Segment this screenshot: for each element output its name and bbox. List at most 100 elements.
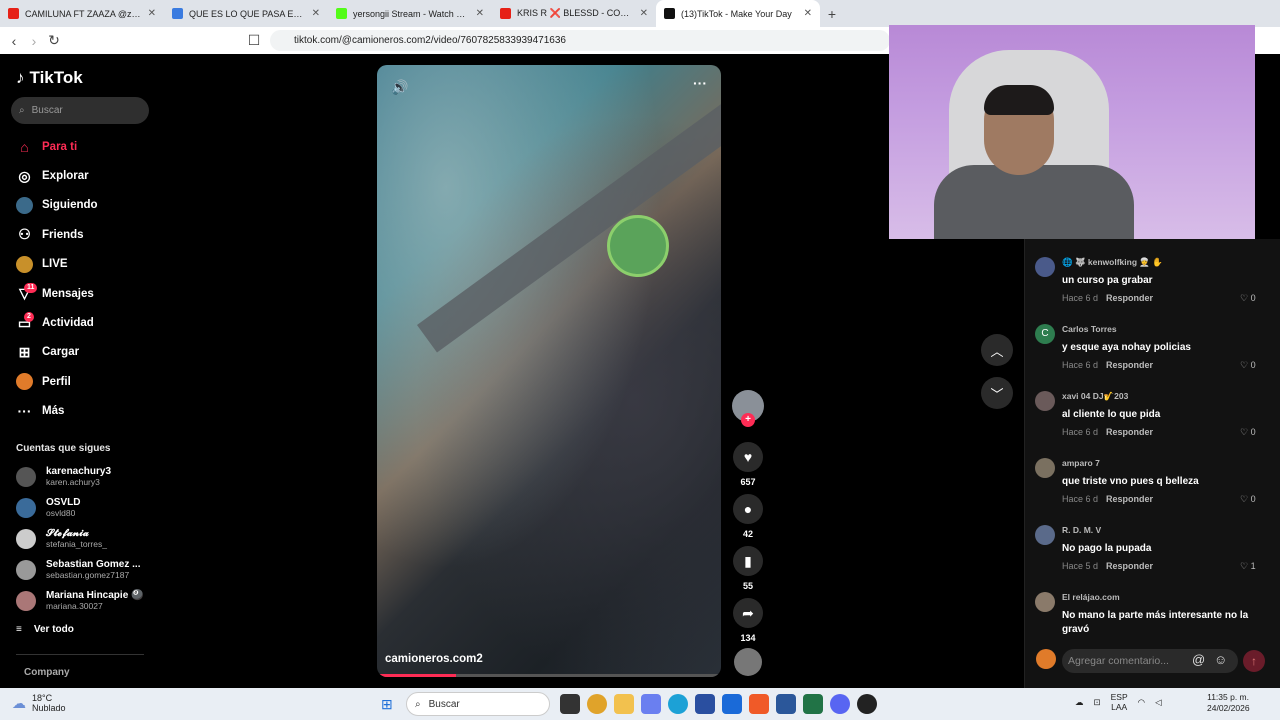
share-button[interactable]: ➦ 134 (728, 598, 768, 643)
close-tab-icon[interactable]: ✕ (312, 8, 320, 19)
start-icon[interactable]: ⊞ (381, 696, 393, 713)
chrome-icon[interactable] (587, 694, 607, 714)
wifi-icon[interactable]: ◠ (1138, 697, 1145, 708)
browser-tab[interactable]: yersongii Stream - Watch Live on Kic ✕ (328, 0, 492, 27)
copilot-icon[interactable] (641, 694, 661, 714)
store-icon[interactable] (695, 694, 715, 714)
close-tab-icon[interactable]: ✕ (640, 8, 648, 19)
browser-tab-bar: CAMILUNA FT ZAAZA @zaaza_of - D ✕ QUE ES … (0, 0, 1280, 27)
emoji-icon[interactable]: ☺ (1214, 652, 1227, 667)
weather-widget[interactable]: ☁ 18°C Nublado (12, 693, 66, 713)
word-icon[interactable] (776, 694, 796, 714)
reload-icon[interactable]: ↻ (44, 32, 64, 49)
avatar[interactable] (1035, 257, 1055, 277)
following-account[interactable]: Mariana Hincapie 🎱 mariana.30027 (16, 590, 156, 611)
mention-icon[interactable]: @ (1192, 652, 1205, 667)
next-video-button[interactable]: ﹀ (981, 377, 1013, 409)
nav-item-perfil[interactable]: Perfil (0, 367, 160, 396)
close-tab-icon[interactable]: ✕ (476, 8, 484, 19)
close-tab-icon[interactable]: ✕ (148, 8, 156, 19)
avatar[interactable] (1035, 458, 1055, 478)
comment-text: No mano la parte más interesante no la g… (1062, 610, 1249, 635)
nav-label: Cargar (42, 346, 80, 359)
nav-label: Mensajes (42, 287, 94, 300)
comment-like-button[interactable]: ♡ 0 (1240, 293, 1256, 304)
browser-tab[interactable]: QUE ES LO QUE PASA EN ESAS REDE ✕ (164, 0, 328, 27)
more-options-icon[interactable]: ··· (693, 75, 707, 91)
following-account[interactable]: Sebastian Gomez ... sebastian.gomez7187 (16, 559, 156, 580)
video-progress-bar[interactable] (377, 674, 721, 677)
nav-item-siguiendo[interactable]: Siguiendo (0, 191, 160, 220)
nav-item-actividad[interactable]: ▭ 2 Actividad (0, 308, 160, 337)
following-account[interactable]: 𝓢𝓽𝓮𝓯𝓪𝓷𝓲𝓪 stefania_torres_ (16, 528, 156, 549)
comment-user[interactable]: 🌐 🐺 kenwolfking 👳 ✋ (1062, 257, 1163, 268)
avatar[interactable]: C (1035, 324, 1055, 344)
comment-like-button[interactable]: ♡ 0 (1240, 494, 1256, 505)
nav-item-friends[interactable]: ⚇ Friends (0, 220, 160, 249)
see-all-link[interactable]: ≡ Ver todo (16, 624, 74, 635)
close-tab-icon[interactable]: ✕ (804, 8, 812, 19)
comment-like-button[interactable]: ♡ 0 (1240, 427, 1256, 438)
video-player[interactable]: 🔊 ··· camioneros.com2 (377, 65, 721, 677)
comment-user[interactable]: xavi 04 DJ🎷203 (1062, 391, 1128, 402)
taskbar-search[interactable]: ⌕ Buscar (406, 692, 550, 716)
comment-user[interactable]: R. D. M. V (1062, 525, 1101, 535)
music-disc-button[interactable] (728, 648, 768, 676)
tiktok-logo[interactable]: ♪ TikTok (16, 68, 83, 88)
excel-icon[interactable] (803, 694, 823, 714)
nav-item-mas[interactable]: ··· Más (0, 397, 160, 426)
volume-icon[interactable]: ◁ (1155, 697, 1162, 708)
brave-icon[interactable] (749, 694, 769, 714)
follow-plus-icon[interactable]: + (741, 413, 755, 427)
comment-like-button[interactable]: ♡ 0 (1240, 360, 1256, 371)
following-account[interactable]: karenachury3 karen.achury3 (16, 466, 156, 487)
url-field[interactable]: tiktok.com/@camioneros.com2/video/760782… (270, 30, 890, 51)
tray-icon[interactable]: ⊡ (1094, 697, 1101, 708)
reply-button[interactable]: Responder (1106, 494, 1153, 504)
comment-user[interactable]: El relájao.com (1062, 592, 1120, 602)
reply-button[interactable]: Responder (1106, 561, 1153, 571)
reply-button[interactable]: Responder (1106, 427, 1153, 437)
following-account[interactable]: OSVLD osvld80 (16, 497, 156, 518)
reply-button[interactable]: Responder (1106, 293, 1153, 303)
browser-tab[interactable]: KRIS R ❌ BLESSD - COSITAS 🍬 (VI ✕ (492, 0, 656, 27)
nav-item-cargar[interactable]: ⊞ Cargar (0, 338, 160, 367)
avatar[interactable] (1035, 525, 1055, 545)
browser-tab-active[interactable]: (13)TikTok - Make Your Day ✕ (656, 0, 820, 27)
reply-button[interactable]: Responder (1106, 360, 1153, 370)
browser-tab[interactable]: CAMILUNA FT ZAAZA @zaaza_of - D ✕ (0, 0, 164, 27)
comment-input[interactable]: Agregar comentario... (1062, 649, 1238, 673)
video-author[interactable]: camioneros.com2 (385, 653, 483, 665)
comment-like-button[interactable]: ♡ 1 (1240, 561, 1256, 572)
forward-icon[interactable]: › (24, 33, 44, 49)
outlook-icon[interactable] (722, 694, 742, 714)
search-input[interactable]: ⌕ Buscar (11, 97, 149, 124)
previous-video-button[interactable]: ︿ (981, 334, 1013, 366)
author-avatar-button[interactable]: + (728, 390, 768, 427)
nav-item-explorar[interactable]: ◎ Explorar (0, 161, 160, 190)
folder-icon[interactable] (614, 694, 634, 714)
avatar[interactable] (1035, 592, 1055, 612)
file-explorer-icon[interactable] (560, 694, 580, 714)
new-tab-button[interactable]: + (820, 6, 844, 22)
company-link[interactable]: Company (24, 667, 70, 678)
nav-item-mensajes[interactable]: ▽ 11 Mensajes (0, 279, 160, 308)
back-icon[interactable]: ‹ (4, 33, 24, 49)
obs-icon[interactable] (857, 694, 877, 714)
volume-icon[interactable]: 🔊 (391, 79, 408, 96)
like-button[interactable]: ♥ 657 (728, 442, 768, 487)
language-indicator[interactable]: ESP LAA (1111, 692, 1128, 712)
tray-icon[interactable]: ☁ (1075, 697, 1084, 708)
comment-button[interactable]: ● 42 (728, 494, 768, 539)
bookmark-button[interactable]: ▮ 55 (728, 546, 768, 591)
comment-user[interactable]: Carlos Torres (1062, 324, 1117, 334)
clock[interactable]: 11:35 p. m. 24/02/2026 (1207, 692, 1250, 714)
comment-user[interactable]: amparo 7 (1062, 458, 1100, 468)
send-button[interactable]: ↑ (1243, 650, 1265, 672)
nav-item-para-ti[interactable]: ⌂ Para ti (0, 132, 160, 161)
nav-item-live[interactable]: LIVE (0, 250, 160, 279)
avatar[interactable] (1035, 391, 1055, 411)
edge-icon[interactable] (668, 694, 688, 714)
discord-icon[interactable] (830, 694, 850, 714)
bookmark-page-icon[interactable]: ☐ (244, 32, 264, 49)
